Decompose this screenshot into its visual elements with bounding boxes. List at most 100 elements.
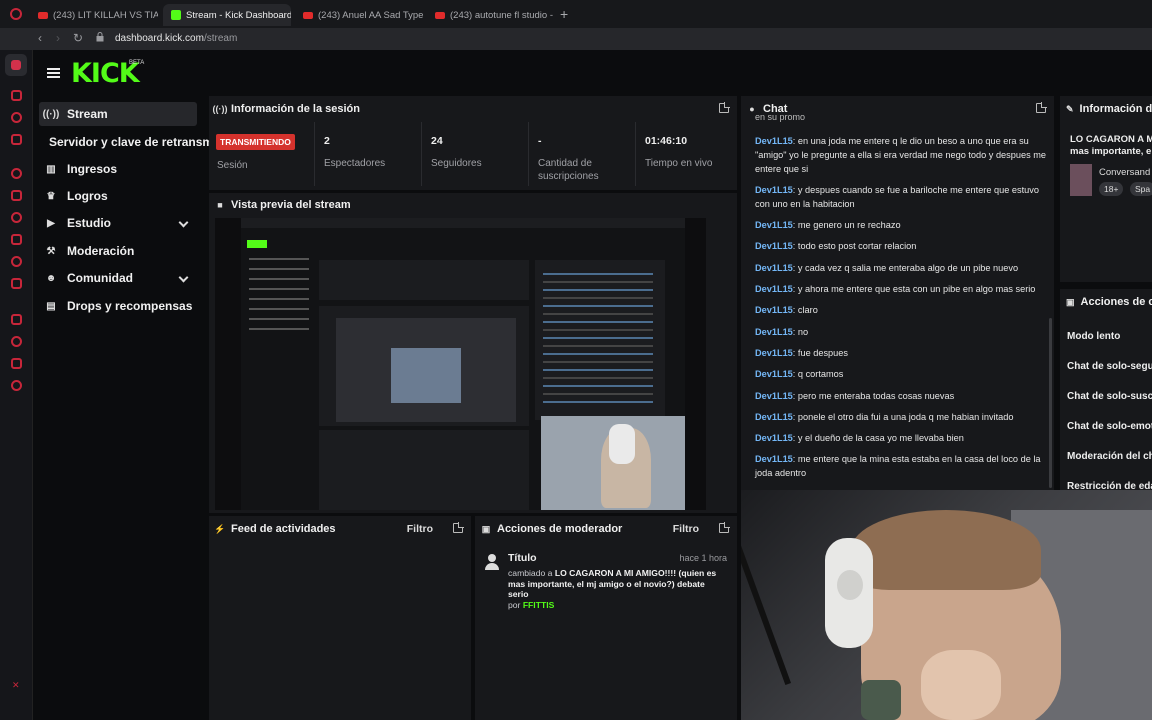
stream-preview-panel: ■ Vista previa del stream (209, 193, 737, 513)
opera-logo-icon[interactable] (10, 8, 22, 20)
kick-icon (171, 10, 181, 20)
action-chat-moderation[interactable]: Moderación del ch (1067, 451, 1152, 462)
preview-header: ■ Vista previa del stream (209, 193, 737, 217)
stream-preview-video[interactable] (215, 218, 706, 510)
tag-badge: 18+ (1099, 182, 1124, 196)
popout-icon[interactable] (453, 523, 463, 533)
sidebar-app-icon[interactable] (11, 336, 22, 347)
sidebar-app-icon[interactable] (11, 314, 22, 325)
forward-icon[interactable]: › (56, 31, 60, 45)
chat-message: Dev1L15: y cada vez q salia me enteraba … (755, 263, 1019, 273)
action-slow-mode[interactable]: Modo lento (1067, 331, 1120, 342)
sidebar-app-icon[interactable] (11, 134, 22, 145)
broadcast-icon: ((·)) (42, 108, 60, 120)
kick-sidebar: KICK BETA ((·)) Stream Servidor y clave d… (33, 50, 209, 720)
chat-message: Dev1L15: y ahora me entere que esta con … (755, 284, 1036, 294)
chat-message: Dev1L15: y despues cuando se fue a baril… (755, 185, 1039, 210)
chat-message: Dev1L15: fue despues (755, 348, 848, 358)
youtube-icon (435, 11, 445, 19)
tab-youtube-3[interactable]: (243) autotune fl studio - Y (427, 4, 555, 26)
sidebar-app-icon[interactable] (11, 90, 22, 101)
pencil-icon: ✎ (1066, 103, 1074, 114)
youtube-icon (38, 11, 48, 19)
sidebar-app-icon[interactable] (11, 168, 22, 179)
mod-entry-time: hace 1 hora (679, 553, 727, 563)
category-name: Conversand (1099, 167, 1151, 178)
menu-icon[interactable] (47, 68, 60, 78)
chat-message: Dev1L15: todo esto post cortar relacion (755, 241, 917, 251)
sidebar-app-icon[interactable] (11, 278, 22, 289)
new-tab-icon[interactable]: + (560, 6, 568, 22)
popout-icon[interactable] (719, 523, 729, 533)
tag-badge: Spa (1130, 182, 1152, 196)
action-followers-only[interactable]: Chat de solo-segu (1067, 361, 1152, 372)
chat-scrollbar[interactable] (1049, 318, 1052, 488)
chat-message: Dev1L15: pero me enteraba todas cosas nu… (755, 391, 955, 401)
sidebar-item-drops[interactable]: ▤ Drops y recompensas (39, 294, 197, 318)
sidebar-app-icon[interactable] (11, 112, 22, 123)
hammer-icon: ⚒ (46, 245, 56, 257)
beta-badge: BETA (129, 60, 145, 66)
session-info-header: ((·)) Información de la sesión (212, 103, 360, 115)
chat-message: Dev1L15: me entere que la mina esta esta… (755, 454, 1041, 479)
sidebar-item-logros[interactable]: ♛ Logros (39, 184, 197, 208)
chat-message: Dev1L15: ponele el otro dia fui a una jo… (755, 412, 1014, 422)
back-icon[interactable]: ‹ (38, 31, 42, 45)
mod-entry-text: cambiado a LO CAGARON A MI AMIGO!!!! (qu… (508, 568, 717, 610)
chat-panel: ● Chat en su promo Dev1L15: en una joda m… (741, 96, 1054, 490)
chat-message: Dev1L15: no (755, 327, 809, 337)
chat-message: Dev1L15: q cortamos (755, 369, 844, 379)
browser-tab-strip: (243) LIT KILLAH VS TIAG Stream - Kick D… (0, 0, 1152, 28)
browser-workspace-icon[interactable] (5, 54, 27, 76)
tab-youtube-2[interactable]: (243) Anuel AA Sad Type (295, 4, 423, 26)
chat-message: Dev1L15: claro (755, 305, 818, 315)
sidebar-item-server-key[interactable]: Servidor y clave de retransm (49, 130, 209, 154)
video-camera-icon: ■ (217, 200, 223, 210)
url-field[interactable]: dashboard.kick.com/stream (115, 33, 237, 44)
live-status-badge: TRANSMITIENDO (216, 134, 295, 150)
session-label: Sesión (217, 160, 248, 171)
mod-entry-title: Título (508, 552, 537, 564)
sidebar-app-icon[interactable] (11, 358, 22, 369)
chart-icon: ▥ (46, 163, 56, 175)
sidebar-item-ingresos[interactable]: ▥ Ingresos (39, 157, 197, 181)
popout-icon[interactable] (719, 103, 729, 113)
stat-followers: 24 Seguidores (421, 122, 528, 186)
browser-sidebar: ✕ (0, 50, 33, 720)
sidebar-app-icon[interactable] (11, 380, 22, 391)
mod-actions-panel: ▣ Acciones de moderador Filtro Título hac… (475, 516, 737, 720)
channel-actions-header: ▣Acciones de ca (1066, 296, 1152, 308)
shield-icon: ▣ (481, 523, 491, 534)
mod-actions-filter-button[interactable]: Filtro (673, 523, 699, 535)
sidebar-item-estudio[interactable]: ▶ Estudio (39, 211, 197, 235)
chat-message: Dev1L15: y el dueño de la casa yo me lle… (755, 433, 964, 443)
community-icon: ☻ (45, 272, 57, 284)
action-emotes-only[interactable]: Chat de solo-emot (1067, 421, 1152, 432)
address-bar: ‹ › ↻ dashboard.kick.com/stream (0, 28, 1152, 50)
stat-subscriptions: - Cantidad de suscripciones (528, 122, 635, 186)
reload-icon[interactable]: ↻ (73, 31, 83, 45)
webcam-overlay (741, 490, 1152, 720)
chat-partial-message: en su promo (755, 112, 806, 122)
sidebar-app-icon[interactable] (11, 256, 22, 267)
activity-filter-button[interactable]: Filtro (407, 523, 433, 535)
session-info-panel: ((·)) Información de la sesión TRANSMITIE… (209, 96, 737, 190)
chat-message: Dev1L15: en una joda me entere q le dio … (755, 136, 1046, 175)
stream-info-panel: ✎Información del LO CAGARON A Mmas impor… (1060, 96, 1152, 282)
sidebar-item-stream[interactable]: ((·)) Stream (39, 102, 197, 126)
tab-youtube-1[interactable]: (243) LIT KILLAH VS TIAG (30, 4, 158, 26)
broadcast-icon: ((·)) (212, 104, 228, 114)
sidebar-app-icon[interactable] (11, 212, 22, 223)
popout-icon[interactable] (1036, 103, 1046, 113)
sidebar-app-icon[interactable] (11, 234, 22, 245)
sidebar-item-comunidad[interactable]: ☻ Comunidad (39, 266, 197, 290)
screen: (243) LIT KILLAH VS TIAG Stream - Kick D… (0, 0, 1152, 720)
action-subscribers-only[interactable]: Chat de solo-susc (1067, 391, 1152, 402)
chevron-down-icon (178, 217, 189, 228)
lock-icon (96, 32, 104, 42)
activity-feed-panel: ⚡ Feed de actividades Filtro (209, 516, 471, 720)
sidebar-app-icon[interactable] (11, 190, 22, 201)
sidebar-item-moderacion[interactable]: ⚒ Moderación (39, 239, 197, 263)
sidebar-settings-icon[interactable]: ✕ (12, 680, 20, 691)
tab-kick-dashboard[interactable]: Stream - Kick Dashboard (163, 4, 291, 26)
